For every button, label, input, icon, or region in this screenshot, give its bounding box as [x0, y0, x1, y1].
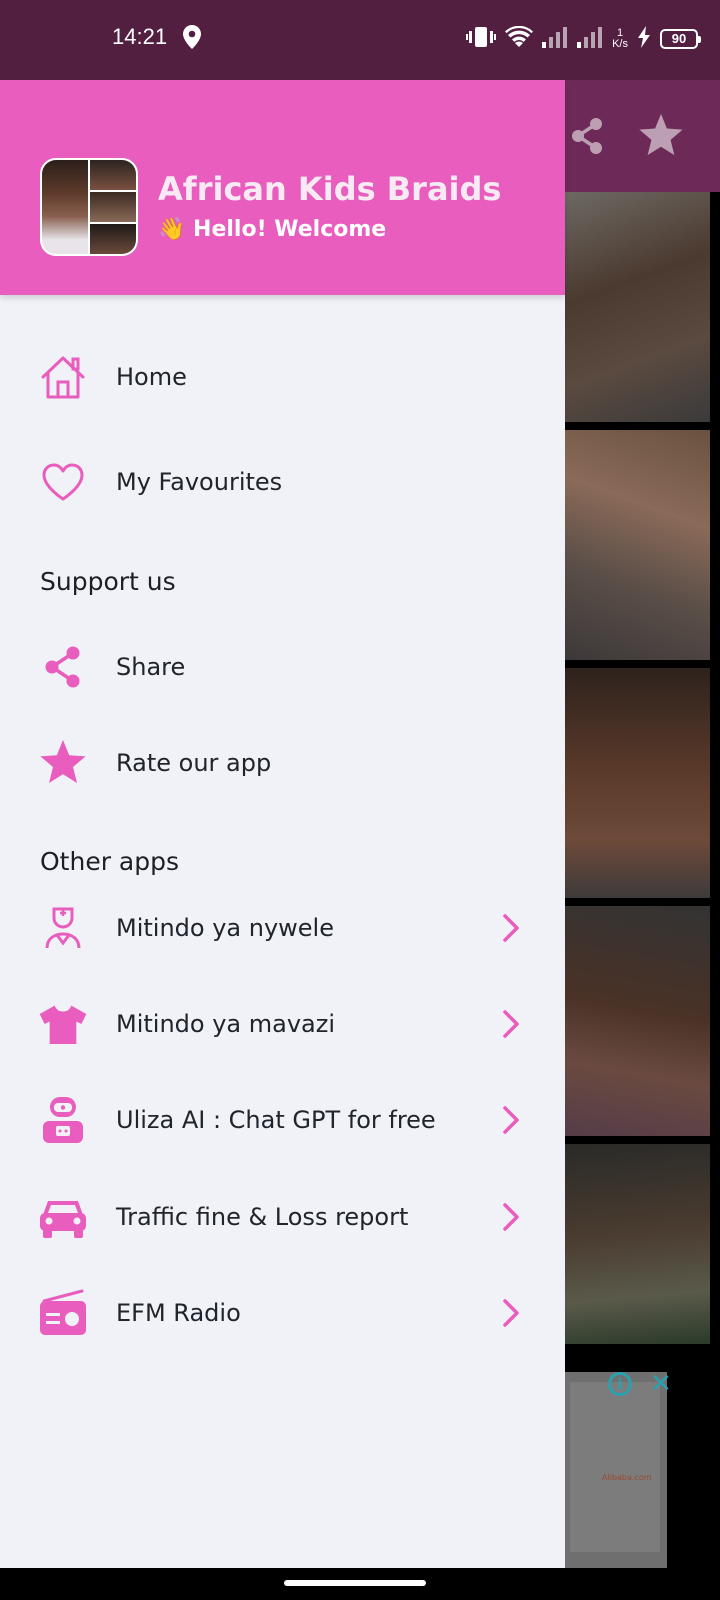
menu-item-mitindo-mavazi[interactable]: Mitindo ya mavazi: [0, 984, 565, 1064]
vibrate-icon: [466, 25, 497, 53]
chevron-right-icon: [503, 1010, 519, 1038]
star-icon: [38, 738, 88, 788]
car-icon: [38, 1192, 88, 1242]
menu-label-efm-radio: EFM Radio: [116, 1299, 241, 1327]
section-title-other-apps: Other apps: [40, 847, 180, 876]
app-title: African Kids Braids: [158, 170, 502, 208]
radio-icon: [38, 1288, 88, 1338]
menu-item-share[interactable]: Share: [0, 627, 565, 707]
network-speed-unit: K/s: [612, 38, 628, 50]
menu-item-home[interactable]: Home: [0, 337, 565, 417]
heart-icon: [38, 457, 88, 507]
braid-photo: [560, 668, 710, 898]
ad-brand-text: Alibaba.com: [602, 1473, 652, 1482]
signal-icon-sim2: [577, 26, 603, 52]
ad-banner: Alibaba.com: [560, 1372, 667, 1568]
ad-close-icon: ✕: [650, 1369, 672, 1399]
menu-item-rate-app[interactable]: Rate our app: [0, 723, 565, 803]
menu-label-traffic-fine: Traffic fine & Loss report: [116, 1203, 409, 1231]
braid-photo: [560, 906, 710, 1136]
chevron-right-icon: [503, 1299, 519, 1327]
charging-icon: [637, 26, 651, 52]
braid-photo: [560, 430, 710, 660]
menu-item-traffic-fine[interactable]: Traffic fine & Loss report: [0, 1177, 565, 1257]
robot-icon: [38, 1095, 88, 1145]
ad-info-icon: i: [608, 1372, 632, 1396]
menu-label-uliza-ai: Uliza AI : Chat GPT for free: [116, 1106, 436, 1134]
drawer-header: African Kids Braids 👋 Hello! Welcome: [0, 80, 565, 295]
status-bar: 14:21 1 K/s 90: [0, 0, 720, 80]
system-navigation-bar: [0, 1568, 720, 1600]
section-title-support: Support us: [40, 567, 176, 596]
braid-photo: [560, 1144, 710, 1344]
background-app-bar: [560, 80, 720, 192]
navigation-drawer: African Kids Braids 👋 Hello! Welcome Hom…: [0, 80, 565, 1570]
chevron-right-icon: [503, 1106, 519, 1134]
background-image-grid: [560, 192, 710, 1352]
home-icon: [38, 352, 88, 402]
share-icon: [38, 642, 88, 692]
chevron-right-icon: [503, 914, 519, 942]
chevron-right-icon: [503, 1203, 519, 1231]
hairdresser-icon: [38, 903, 88, 953]
braid-photo: [560, 192, 710, 422]
location-icon: [183, 25, 201, 53]
menu-item-mitindo-nywele[interactable]: Mitindo ya nywele: [0, 888, 565, 968]
menu-item-favourites[interactable]: My Favourites: [0, 442, 565, 522]
network-speed: 1 K/s: [612, 28, 628, 50]
menu-item-efm-radio[interactable]: EFM Radio: [0, 1273, 565, 1353]
menu-label-share: Share: [116, 653, 186, 681]
menu-label-home: Home: [116, 363, 187, 391]
home-gesture-handle[interactable]: [284, 1580, 426, 1586]
status-time: 14:21: [112, 24, 168, 49]
menu-label-favourites: My Favourites: [116, 468, 283, 496]
menu-label-rate-app: Rate our app: [116, 749, 272, 777]
welcome-greeting: 👋 Hello! Welcome: [158, 217, 387, 242]
star-icon: [638, 114, 684, 162]
menu-label-mitindo-nywele: Mitindo ya nywele: [116, 914, 334, 942]
tshirt-icon: [38, 999, 88, 1049]
ad-side-strip: [668, 1372, 720, 1570]
ad-image: Alibaba.com: [570, 1382, 660, 1552]
menu-item-uliza-ai[interactable]: Uliza AI : Chat GPT for free: [0, 1080, 565, 1160]
wifi-icon: [505, 25, 534, 52]
menu-label-mitindo-mavazi: Mitindo ya mavazi: [116, 1010, 336, 1038]
share-icon: [570, 116, 606, 160]
app-logo: [40, 158, 138, 256]
signal-icon-sim1: [542, 26, 568, 52]
battery-level: 90: [660, 29, 701, 49]
